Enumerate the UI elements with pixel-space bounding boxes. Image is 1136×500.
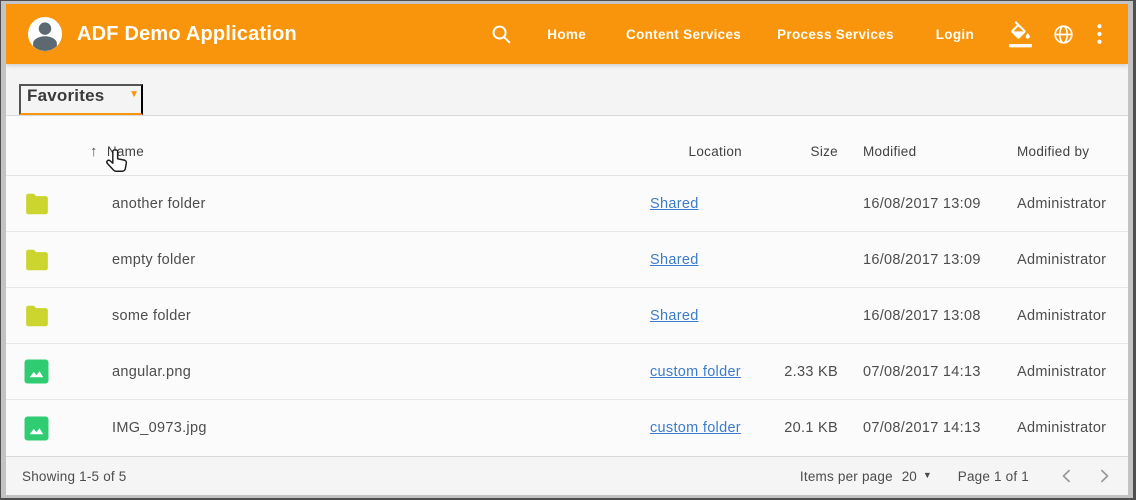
modified-date: 07/08/2017 14:13 (838, 420, 1002, 436)
modified-by: Administrator (1002, 308, 1112, 324)
column-header-modified-by[interactable]: Modified by (1002, 144, 1112, 159)
nav-process-services[interactable]: Process Services (777, 27, 894, 42)
file-name: angular.png (112, 364, 642, 380)
location-link[interactable]: Shared (650, 308, 699, 324)
file-size: 2.33 KB (742, 364, 838, 380)
column-header-name[interactable]: ↑ Name (90, 143, 144, 160)
folder-icon (24, 305, 50, 327)
nav-login[interactable]: Login (936, 27, 974, 42)
items-per-page-select[interactable]: 20 ▼ (902, 469, 932, 484)
nav-content-services[interactable]: Content Services (626, 27, 741, 42)
table-row[interactable]: IMG_0973.jpg custom folder 20.1 KB 07/08… (6, 400, 1128, 456)
modified-date: 16/08/2017 13:09 (838, 196, 1002, 212)
table-row[interactable]: angular.png custom folder 2.33 KB 07/08/… (6, 344, 1128, 400)
nav-home[interactable]: Home (547, 27, 586, 42)
adf-demo-app: ADF Demo Application Home Content Servic… (6, 4, 1128, 495)
file-size: 20.1 KB (742, 420, 838, 436)
app-header: ADF Demo Application Home Content Servic… (6, 4, 1128, 64)
file-name: another folder (112, 196, 642, 212)
items-per-page-caret-icon: ▼ (923, 470, 932, 480)
location-link[interactable]: Shared (650, 196, 699, 212)
image-file-icon (24, 359, 49, 384)
folder-icon (24, 249, 50, 271)
more-options-button[interactable] (1097, 24, 1102, 44)
location-link[interactable]: custom folder (650, 364, 741, 380)
page-info: Page 1 of 1 (958, 469, 1029, 484)
globe-icon (1052, 23, 1075, 46)
user-avatar-icon (28, 17, 62, 51)
table-row[interactable]: another folder Shared 16/08/2017 13:09 A… (6, 176, 1128, 232)
column-header-location[interactable]: Location (689, 144, 742, 159)
table-header-row: ↑ Name Location Size Modified Modified b… (6, 116, 1128, 176)
file-name: empty folder (112, 252, 642, 268)
location-link[interactable]: custom folder (650, 420, 741, 436)
modified-date: 16/08/2017 13:09 (838, 252, 1002, 268)
modified-by: Administrator (1002, 420, 1112, 436)
showing-count: Showing 1-5 of 5 (22, 469, 127, 484)
file-name: some folder (112, 308, 642, 324)
folder-icon (24, 193, 50, 215)
image-file-icon (24, 416, 49, 441)
table-row[interactable]: empty folder Shared 16/08/2017 13:09 Adm… (6, 232, 1128, 288)
column-header-modified[interactable]: Modified (838, 144, 1002, 159)
theme-color-button[interactable] (1008, 21, 1033, 48)
file-name: IMG_0973.jpg (112, 420, 642, 436)
modified-date: 16/08/2017 13:08 (838, 308, 1002, 324)
favorites-dropdown[interactable]: Favorites ▼ (19, 84, 143, 115)
previous-page-button[interactable] (1057, 466, 1077, 486)
app-title: ADF Demo Application (77, 23, 297, 46)
modified-by: Administrator (1002, 364, 1112, 380)
search-button[interactable] (490, 23, 513, 46)
favorites-label: Favorites (27, 86, 104, 106)
search-icon (490, 23, 513, 46)
language-button[interactable] (1052, 23, 1075, 46)
files-table: ↑ Name Location Size Modified Modified b… (6, 116, 1128, 456)
chevron-right-icon (1094, 466, 1114, 486)
items-per-page-value: 20 (902, 469, 917, 484)
dropdown-caret-icon: ▼ (129, 90, 139, 100)
table-row[interactable]: some folder Shared 16/08/2017 13:08 Admi… (6, 288, 1128, 344)
pagination-bar: Showing 1-5 of 5 Items per page 20 ▼ Pag… (6, 456, 1128, 495)
column-header-size[interactable]: Size (742, 144, 838, 159)
modified-date: 07/08/2017 14:13 (838, 364, 1002, 380)
document-list-toolbar: Favorites ▼ (6, 64, 1128, 116)
chevron-left-icon (1057, 466, 1077, 486)
next-page-button[interactable] (1094, 466, 1114, 486)
app-window: ADF Demo Application Home Content Servic… (0, 0, 1136, 500)
modified-by: Administrator (1002, 196, 1112, 212)
sort-ascending-icon: ↑ (90, 143, 98, 160)
items-per-page-label: Items per page (800, 469, 893, 484)
more-vert-icon (1097, 24, 1102, 44)
modified-by: Administrator (1002, 252, 1112, 268)
color-fill-bucket-icon (1008, 21, 1033, 48)
location-link[interactable]: Shared (650, 252, 699, 268)
